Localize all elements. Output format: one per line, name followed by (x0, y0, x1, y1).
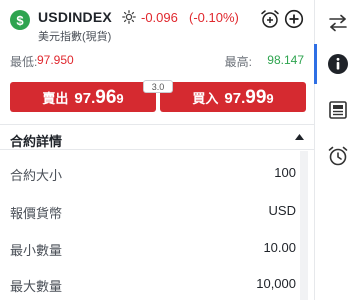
caret-up-icon (295, 134, 304, 140)
spec-value: 100 (274, 165, 296, 180)
alarm-add-icon[interactable] (260, 9, 280, 29)
scrollbar[interactable] (300, 151, 308, 300)
spec-row: 報價貨幣 USD (0, 197, 314, 227)
sidebar-item-news[interactable] (325, 97, 351, 123)
instrument-symbol: USDINDEX (38, 9, 112, 25)
sidebar-item-info[interactable] (325, 51, 351, 77)
buy-button[interactable]: 買入 97. 99 9 (160, 82, 306, 112)
newspaper-icon (329, 101, 347, 119)
spec-label: 報價貨幣 (10, 206, 63, 221)
price-change: -0.096 (141, 10, 178, 25)
spec-value: 10.00 (263, 240, 296, 255)
sell-button[interactable]: 賣出 97. 96 9 (10, 82, 156, 112)
spec-label: 最大數量 (10, 279, 63, 294)
sell-label: 賣出 (42, 91, 69, 106)
buy-label: 買入 (192, 91, 219, 106)
spec-value: USD (268, 203, 296, 218)
buy-price-suffix: 9 (266, 91, 274, 106)
section-title: 合約詳情 (10, 134, 63, 149)
high-value: 98.147 (267, 53, 304, 67)
right-sidebar (314, 0, 360, 300)
price-change-percent: (-0.10%) (189, 10, 239, 25)
swap-arrows-icon (329, 14, 347, 32)
sell-price-prefix: 97. (74, 90, 96, 107)
instrument-panel: $ USDINDEX -0.096 (-0.10%) 美元指數(現貨) 最低: … (0, 0, 314, 300)
info-icon (328, 54, 348, 74)
spec-row: 最大數量 10,000 (0, 270, 314, 300)
low-value: 97.950 (37, 53, 74, 67)
sell-price-big: 96 (95, 87, 117, 108)
buy-price-big: 99 (245, 87, 267, 108)
high-label: 最高: (224, 55, 252, 69)
spec-label: 合約大小 (10, 168, 63, 183)
spec-value: 10,000 (256, 276, 296, 291)
active-indicator (314, 44, 317, 84)
instrument-subtitle: 美元指數(現貨) (38, 31, 112, 43)
contract-details-header[interactable]: 合約詳情 (0, 124, 314, 150)
alarm-clock-icon (328, 146, 348, 166)
spec-label: 最小數量 (10, 243, 63, 258)
sell-price-suffix: 9 (116, 91, 124, 106)
day-range: 最低: 97.950 最高: 98.147 (10, 53, 304, 69)
dollar-badge-icon: $ (10, 10, 30, 30)
sidebar-item-swap[interactable] (325, 10, 351, 36)
spread-badge: 3.0 (143, 80, 173, 93)
spec-row: 最小數量 10.00 (0, 234, 314, 264)
instrument-header: $ USDINDEX -0.096 (-0.10%) 美元指數(現貨) (10, 6, 304, 46)
low-label: 最低: (10, 55, 38, 69)
spec-row: 合約大小 100 (0, 159, 314, 189)
sidebar-item-alarm[interactable] (325, 143, 351, 169)
buy-price-prefix: 97. (224, 90, 246, 107)
plus-circle-icon[interactable] (284, 9, 304, 29)
sun-icon (122, 10, 136, 24)
